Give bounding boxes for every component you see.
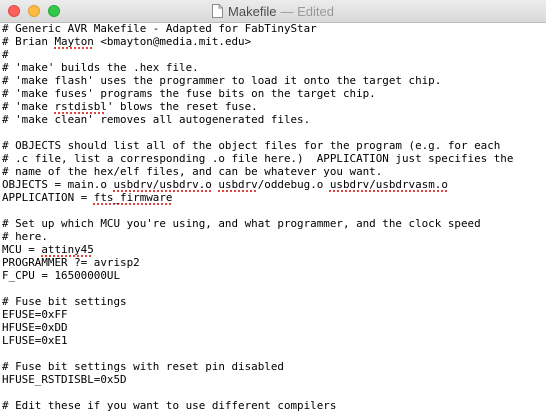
text-segment: # Brian	[2, 35, 55, 48]
text-segment: # 'make' builds the .hex file.	[2, 61, 199, 74]
text-segment: # Fuse bit settings with reset pin disab…	[2, 360, 284, 373]
text-line: APPLICATION = fts_firmware	[2, 191, 546, 204]
text-line: EFUSE=0xFF	[2, 308, 546, 321]
text-line: MCU = attiny45	[2, 243, 546, 256]
window-title-group: Makefile — Edited	[0, 0, 546, 22]
document-icon	[212, 4, 224, 18]
misspelled-word: rstdisbl	[54, 100, 107, 113]
text-line	[2, 204, 546, 217]
text-segment: LFUSE=0xE1	[2, 334, 68, 347]
text-line: # here.	[2, 230, 546, 243]
text-segment: # OBJECTS should list all of the object …	[2, 139, 501, 152]
misspelled-word: fts_firmware	[93, 191, 173, 204]
text-line: F_CPU = 16500000UL	[2, 269, 546, 282]
text-line: PROGRAMMER ?= avrisp2	[2, 256, 546, 269]
misspelled-word: usbdrv	[218, 178, 258, 191]
text-line: # OBJECTS should list all of the object …	[2, 139, 546, 152]
text-segment: #	[2, 48, 9, 61]
text-line: # name of the hex/elf files, and can be …	[2, 165, 546, 178]
text-segment: # 'make flash' uses the programmer to lo…	[2, 74, 442, 87]
text-segment: # .c file, list a corresponding .o file …	[2, 152, 514, 165]
text-segment: # 'make fuses' programs the fuse bits on…	[2, 87, 376, 100]
title-bar[interactable]: Makefile — Edited	[0, 0, 546, 23]
text-line: # 'make' builds the .hex file.	[2, 61, 546, 74]
text-line: #	[2, 48, 546, 61]
text-line: # 'make rstdisbl' blows the reset fuse.	[2, 100, 546, 113]
misspelled-word: Mayton	[54, 35, 94, 48]
text-segment: # name of the hex/elf files, and can be …	[2, 165, 383, 178]
text-segment: # 'make	[2, 100, 55, 113]
text-segment: ' blows the reset fuse.	[106, 100, 258, 113]
text-line: # Edit these if you want to use differen…	[2, 399, 546, 412]
text-segment: EFUSE=0xFF	[2, 308, 68, 321]
text-segment: # Fuse bit settings	[2, 295, 127, 308]
text-segment: # 'make clean' removes all autogenerated…	[2, 113, 311, 126]
text-segment: MCU =	[2, 243, 42, 256]
text-line: LFUSE=0xE1	[2, 334, 546, 347]
text-line: # 'make fuses' programs the fuse bits on…	[2, 87, 546, 100]
text-segment: OBJECTS = main.o	[2, 178, 114, 191]
text-line: # 'make flash' uses the programmer to lo…	[2, 74, 546, 87]
text-line: OBJECTS = main.o usbdrv/usbdrv.o usbdrv/…	[2, 178, 546, 191]
text-line: HFUSE_RSTDISBL=0x5D	[2, 373, 546, 386]
misspelled-word: usbdrv/usbdrv.o	[113, 178, 212, 191]
edited-status: — Edited	[280, 3, 334, 19]
window-title: Makefile	[228, 3, 277, 19]
text-line	[2, 347, 546, 360]
text-segment: # Set up which MCU you're using, and wha…	[2, 217, 481, 230]
text-editor-area[interactable]: # Generic AVR Makefile - Adapted for Fab…	[2, 22, 546, 415]
text-segment: F_CPU = 16500000UL	[2, 269, 121, 282]
misspelled-word: usbdrv/usbdrvasm.o	[329, 178, 448, 191]
text-line: # .c file, list a corresponding .o file …	[2, 152, 546, 165]
text-line	[2, 126, 546, 139]
text-line: # Brian Mayton <bmayton@media.mit.edu>	[2, 35, 546, 48]
text-line: # 'make clean' removes all autogenerated…	[2, 113, 546, 126]
text-line	[2, 386, 546, 399]
text-line	[2, 282, 546, 295]
text-segment: /oddebug.o	[257, 178, 330, 191]
text-line: # Set up which MCU you're using, and wha…	[2, 217, 546, 230]
textedit-window: Makefile — Edited # Generic AVR Makefile…	[0, 0, 546, 415]
text-segment: HFUSE=0xDD	[2, 321, 68, 334]
text-segment: APPLICATION =	[2, 191, 94, 204]
misspelled-word: attiny45	[41, 243, 94, 256]
text-line: # Generic AVR Makefile - Adapted for Fab…	[2, 22, 546, 35]
text-segment: # Edit these if you want to use differen…	[2, 399, 337, 412]
text-line: # Fuse bit settings	[2, 295, 546, 308]
text-segment: # Generic AVR Makefile - Adapted for Fab…	[2, 22, 317, 35]
text-segment: <bmayton@media.mit.edu>	[93, 35, 252, 48]
text-segment: HFUSE_RSTDISBL=0x5D	[2, 373, 127, 386]
text-line: # Fuse bit settings with reset pin disab…	[2, 360, 546, 373]
text-segment: # here.	[2, 230, 48, 243]
text-line: HFUSE=0xDD	[2, 321, 546, 334]
text-segment: PROGRAMMER ?= avrisp2	[2, 256, 140, 269]
